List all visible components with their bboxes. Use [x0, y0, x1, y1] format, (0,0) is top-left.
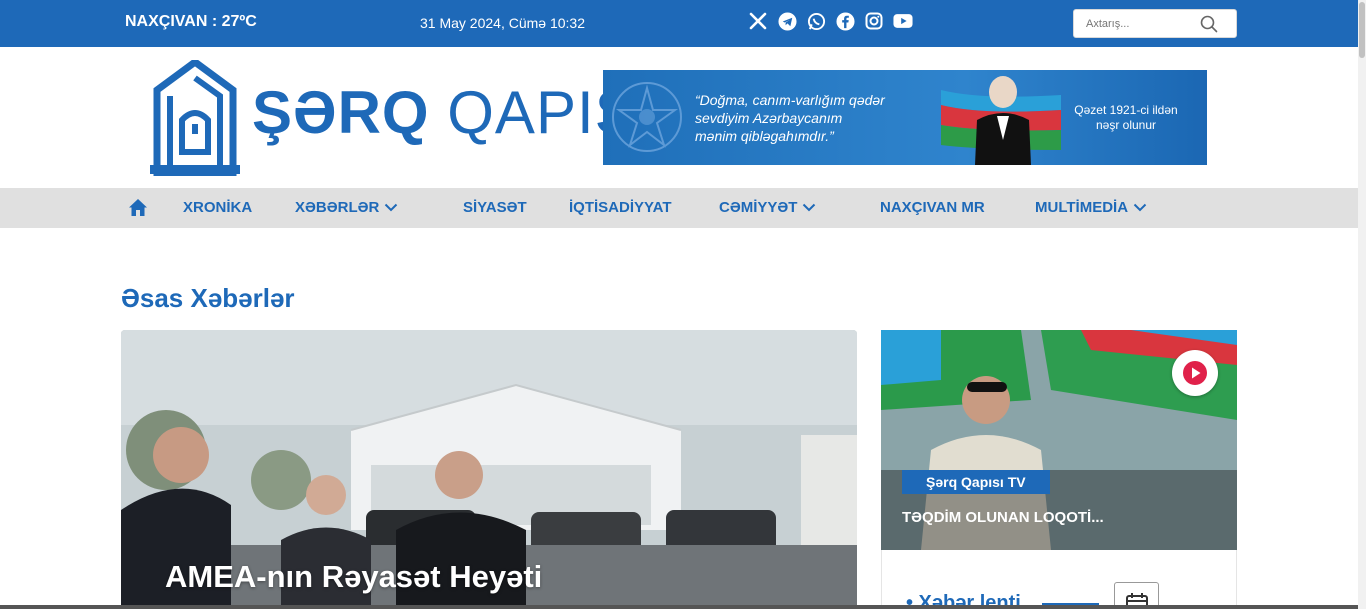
section-title: Əsas Xəbərlər	[121, 283, 295, 313]
nav-item-multimedia[interactable]: MULTİMEDİA	[1035, 199, 1147, 216]
gate-logo-icon	[150, 57, 240, 178]
nav-item-cemiyyet[interactable]: CƏMİYYƏT	[719, 199, 816, 216]
nav-label: MULTİMEDİA	[1035, 199, 1129, 216]
since-line-1: Qəzet 1921-ci ildən	[1074, 103, 1178, 117]
play-icon	[1183, 361, 1207, 385]
viewport-edge	[0, 605, 1358, 609]
site-logo[interactable]: ŞƏRQ QAPISI	[150, 57, 652, 178]
flag-and-portrait-image	[941, 76, 1061, 165]
search-input[interactable]	[1086, 16, 1196, 32]
banner-quote: “Doğma, canım-varlığım qədər sevdiyim Az…	[695, 91, 885, 145]
scrollbar-thumb[interactable]	[1359, 2, 1365, 58]
weather-label: NAXÇIVAN : 27ºC	[125, 13, 257, 30]
tv-video-card[interactable]: Şərq Qapısı TV TƏQDİM OLUNAN LOQOTİ...	[881, 330, 1237, 550]
nav-label: CƏMİYYƏT	[719, 199, 798, 216]
nav-item-xeberler[interactable]: XƏBƏRLƏR	[295, 199, 398, 216]
facebook-icon[interactable]	[835, 11, 855, 31]
tv-badge[interactable]: Şərq Qapısı TV	[902, 470, 1050, 494]
page-scrollbar[interactable]	[1358, 0, 1366, 609]
search-icon[interactable]	[1200, 15, 1218, 38]
social-links	[748, 11, 913, 31]
nav-item-naxcivan-mr[interactable]: NAXÇIVAN MR	[880, 199, 985, 216]
instagram-icon[interactable]	[864, 11, 884, 31]
quote-line-2: sevdiyim Azərbaycanım	[695, 110, 843, 126]
telegram-icon[interactable]	[777, 11, 797, 31]
news-feed-panel: • Xəbər lenti	[881, 550, 1237, 609]
hero-headline[interactable]: AMEA-nın Rəyasət Heyəti	[165, 556, 845, 598]
nav-label: XRONİKA	[183, 199, 253, 216]
nav-label: NAXÇIVAN MR	[880, 199, 985, 216]
home-icon[interactable]	[128, 198, 148, 222]
since-line-2: nəşr olunur	[1095, 118, 1157, 132]
top-bar: NAXÇIVAN : 27ºC 31 May 2024, Cümə 10:32	[0, 0, 1358, 47]
nav-label: XƏBƏRLƏR	[295, 199, 380, 216]
logo-wordmark: ŞƏRQ QAPISI	[252, 78, 653, 147]
x-icon[interactable]	[748, 11, 768, 31]
whatsapp-icon[interactable]	[806, 11, 826, 31]
youtube-icon[interactable]	[893, 11, 913, 31]
chevron-down-icon	[385, 203, 398, 212]
chevron-down-icon	[803, 203, 816, 212]
nav-label: İQTİSADİYYAT	[569, 199, 672, 216]
play-button[interactable]	[1172, 350, 1218, 396]
tv-card-title[interactable]: TƏQDİM OLUNAN LOQOTİ...	[902, 509, 1104, 526]
nav-item-xronika[interactable]: XRONİKA	[183, 199, 252, 216]
quote-line-1: “Doğma, canım-varlığım qədər	[695, 92, 885, 108]
quote-line-3: mənim qibləgahımdır.”	[695, 128, 834, 144]
header-banner[interactable]: “Doğma, canım-varlığım qədər sevdiyim Az…	[603, 70, 1207, 165]
search-box[interactable]	[1073, 9, 1237, 38]
nav-item-siyaset[interactable]: SİYASƏT	[463, 199, 527, 216]
date-time: 31 May 2024, Cümə 10:32	[420, 15, 585, 31]
hero-news-card[interactable]: AMEA-nın Rəyasət Heyəti	[121, 330, 857, 609]
nav-label: SİYASƏT	[463, 199, 527, 216]
emblem-icon	[612, 82, 682, 152]
banner-since: Qəzet 1921-ci ildən nəşr olunur	[1061, 103, 1191, 133]
main-nav: XRONİKA XƏBƏRLƏR SİYASƏT İQTİSADİYYAT CƏ…	[0, 188, 1358, 228]
chevron-down-icon	[1133, 203, 1147, 212]
nav-item-iqtisadiyyat[interactable]: İQTİSADİYYAT	[569, 199, 672, 216]
logo-wordmark-bold: ŞƏRQ	[252, 79, 430, 146]
